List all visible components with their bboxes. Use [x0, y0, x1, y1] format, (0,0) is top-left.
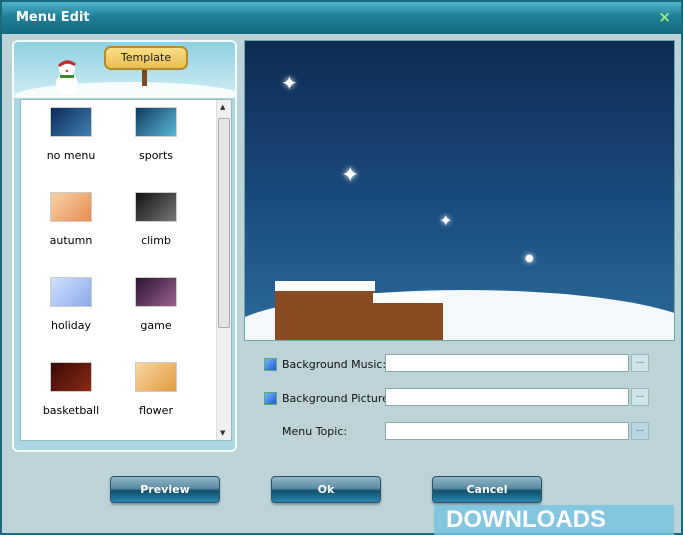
menu-topic-browse-button[interactable]: ...: [631, 422, 649, 440]
template-item-label: game: [140, 319, 172, 332]
menu-topic-input[interactable]: [385, 422, 629, 440]
snowman-icon: [56, 60, 78, 95]
template-header: Template: [14, 42, 235, 98]
background-picture-browse-button[interactable]: ...: [631, 388, 649, 406]
title-bar[interactable]: Menu Edit ×: [2, 2, 681, 34]
snow-decoration: [14, 82, 235, 98]
sign-post: [142, 70, 147, 86]
scroll-thumb[interactable]: [218, 118, 230, 328]
menu-preview-image: ✦ ✦ ✦ ● ●: [244, 40, 675, 341]
template-item-basketball[interactable]: basketball: [31, 355, 111, 435]
template-thumbnail: [135, 277, 177, 307]
template-item-label: no menu: [46, 149, 96, 162]
template-panel: Template ▲ ▼ no menu sports autumn climb hol…: [12, 40, 237, 452]
template-item-flower[interactable]: flower: [116, 355, 196, 435]
window-title: Menu Edit: [16, 10, 90, 25]
background-music-input[interactable]: [385, 354, 629, 372]
ok-button[interactable]: Ok: [271, 476, 381, 503]
background-music-browse-button[interactable]: ...: [631, 354, 649, 372]
preview-button[interactable]: Preview: [110, 476, 220, 503]
scroll-up-icon[interactable]: ▲: [220, 103, 225, 111]
template-thumbnail: [50, 277, 92, 307]
star-icon: ✦: [281, 71, 298, 95]
star-icon: ✦: [439, 211, 453, 230]
template-thumbnail: [135, 362, 177, 392]
watermark: DOWNLOADS ⇩.GURU: [434, 505, 674, 535]
template-thumbnail: [50, 107, 92, 137]
template-item-holiday[interactable]: holiday: [31, 270, 111, 350]
template-item-label: flower: [139, 404, 173, 417]
close-icon[interactable]: ×: [658, 8, 671, 26]
template-item-label: climb: [141, 234, 171, 247]
template-item-label: holiday: [50, 319, 92, 332]
template-item-label: sports: [138, 149, 173, 162]
cancel-button[interactable]: Cancel: [432, 476, 542, 503]
template-item-no-menu[interactable]: no menu: [31, 100, 111, 180]
background-picture-checkbox[interactable]: [264, 392, 277, 405]
template-item-label: basketball: [42, 404, 100, 417]
background-picture-input[interactable]: [385, 388, 629, 406]
scrollbar[interactable]: ▲ ▼: [216, 100, 231, 440]
template-thumbnail: [50, 362, 92, 392]
template-item-label: autumn: [49, 234, 93, 247]
house: [373, 293, 443, 340]
template-item-sports[interactable]: sports: [116, 100, 196, 180]
template-item-game[interactable]: game: [116, 270, 196, 350]
template-thumbnail: [50, 192, 92, 222]
background-music-label: Background Music:: [282, 358, 387, 371]
menu-topic-label: Menu Topic:: [282, 425, 348, 438]
star-icon: ●: [525, 253, 534, 264]
template-thumbnail: [135, 107, 177, 137]
star-icon: ✦: [341, 163, 360, 188]
house: [275, 281, 375, 340]
template-list[interactable]: ▲ ▼ no menu sports autumn climb holiday game b…: [20, 99, 232, 441]
template-sign: Template: [104, 46, 188, 70]
template-item-climb[interactable]: climb: [116, 185, 196, 265]
template-item-autumn[interactable]: autumn: [31, 185, 111, 265]
scroll-down-icon[interactable]: ▼: [220, 429, 225, 437]
template-thumbnail: [135, 192, 177, 222]
menu-edit-dialog: Menu Edit × Template ▲ ▼ no menu sports au…: [0, 0, 683, 535]
background-picture-label: Background Picture:: [282, 392, 393, 405]
background-music-checkbox[interactable]: [264, 358, 277, 371]
